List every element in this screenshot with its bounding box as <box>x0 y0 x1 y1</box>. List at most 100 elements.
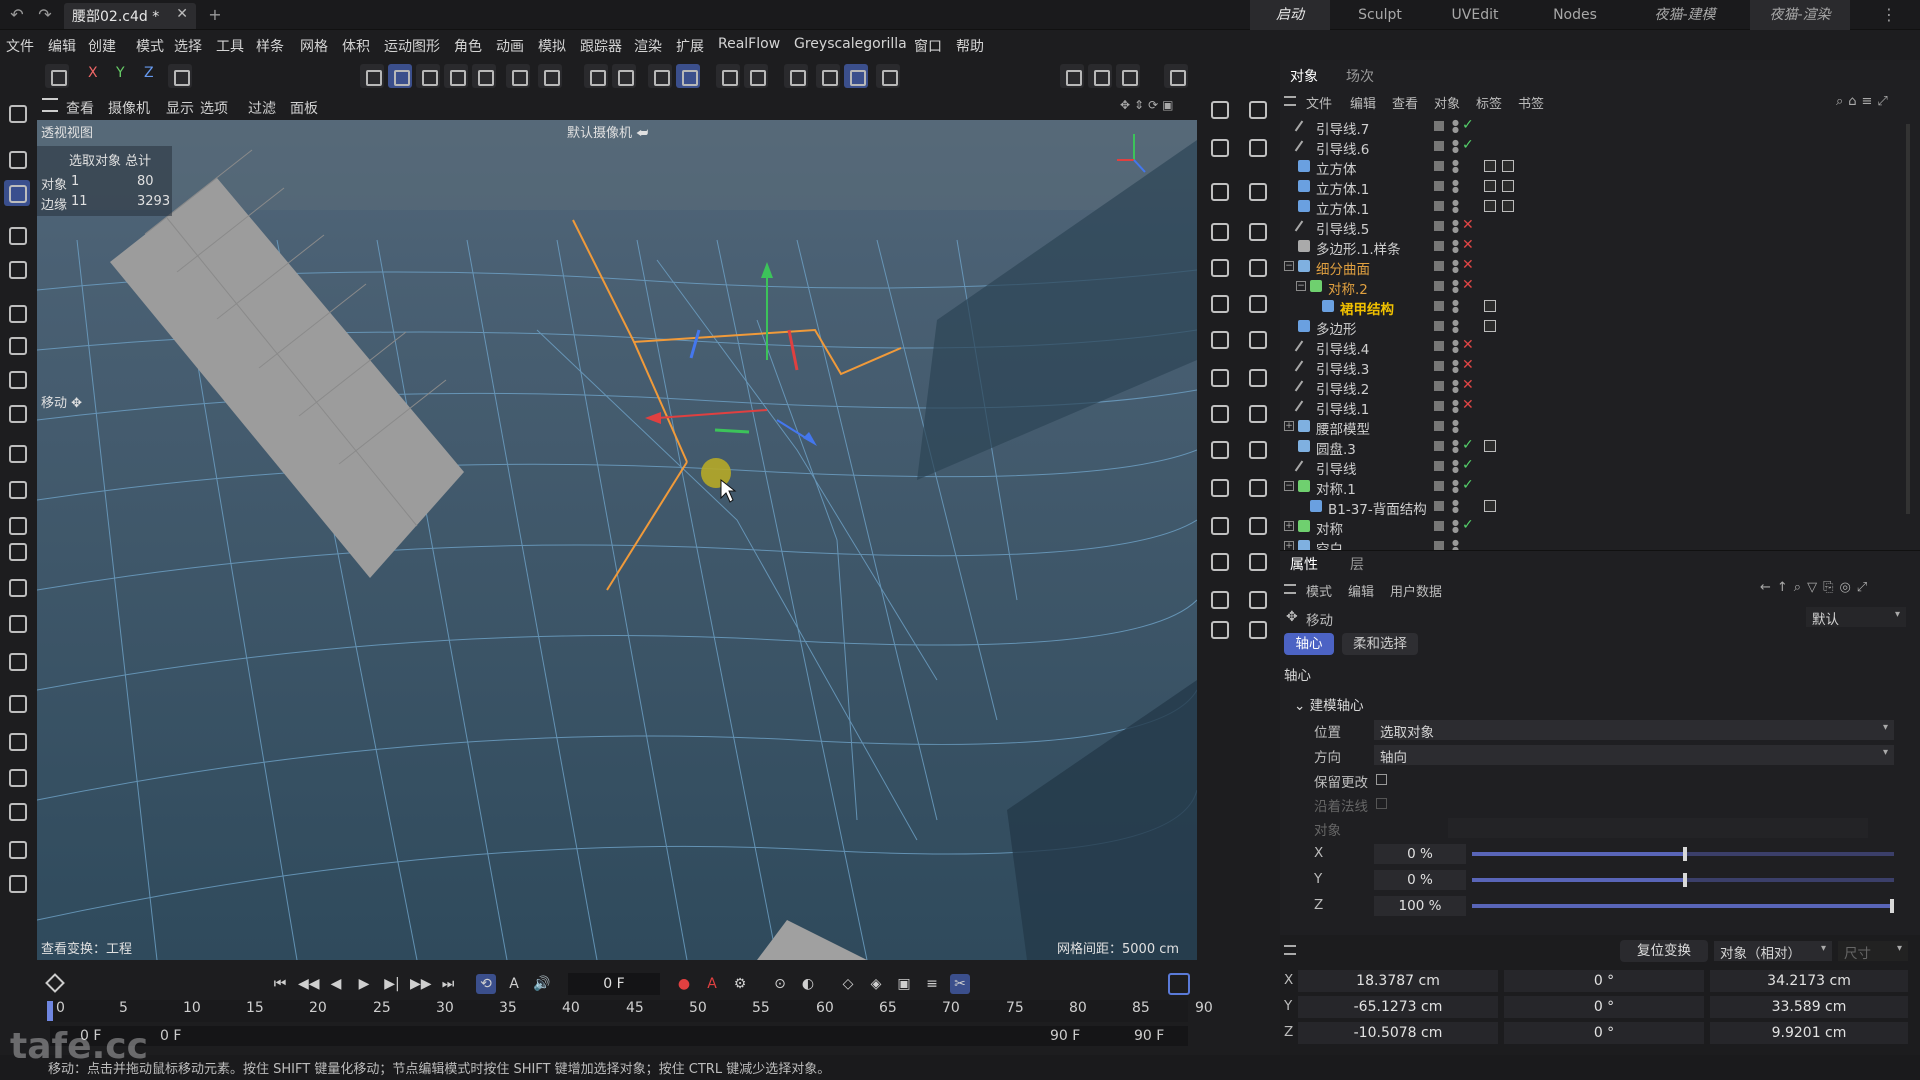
toolbar-button-icon-6[interactable] <box>538 64 562 88</box>
layout-tab-sculpt[interactable]: Sculpt <box>1340 0 1420 30</box>
visibility-dots-icon[interactable]: ● ● <box>1452 299 1459 314</box>
layer-color-swatch[interactable] <box>1434 501 1444 511</box>
left-tool-icon-18[interactable] <box>4 764 30 790</box>
visibility-dots-icon[interactable]: ● ● <box>1452 459 1459 474</box>
axis-slider-x[interactable] <box>1472 847 1894 861</box>
material-tag-icon[interactable] <box>1502 200 1514 212</box>
object-row[interactable]: 立方体 ● ● <box>1284 157 1904 178</box>
prev-key-icon[interactable]: ◀◀ <box>298 974 320 994</box>
viewport-nav-icons[interactable]: ✥⇕⟳▣ <box>1120 98 1178 112</box>
right-tool-icon-b4[interactable] <box>1244 254 1270 280</box>
left-tool-icon-21[interactable] <box>4 870 30 896</box>
right-tool-icon-a7[interactable] <box>1206 364 1232 390</box>
slider-knob[interactable] <box>1890 899 1894 913</box>
layer-color-swatch[interactable] <box>1434 221 1444 231</box>
viewport-menu-2[interactable]: 显示 <box>166 98 194 118</box>
disabled-x-icon[interactable]: ✕ <box>1462 337 1474 353</box>
layer-color-swatch[interactable] <box>1434 301 1444 311</box>
axis-z-toggle[interactable]: Z <box>144 65 154 81</box>
disabled-x-icon[interactable]: ✕ <box>1462 277 1474 293</box>
coords-menu-icon[interactable] <box>1284 945 1296 955</box>
right-tool-icon-b5[interactable] <box>1244 290 1270 316</box>
document-tab[interactable]: 腰部02.c4d * ✕ <box>64 3 196 29</box>
range-end[interactable]: 90 F <box>1134 1028 1164 1044</box>
loop-icon[interactable]: ⟲ <box>476 974 496 994</box>
disabled-x-icon[interactable]: ✕ <box>1462 237 1474 253</box>
object-menu-0[interactable]: 文件 <box>1306 93 1332 112</box>
layout-tab-uvedit[interactable]: UVEdit <box>1430 0 1520 30</box>
layer-color-swatch[interactable] <box>1434 461 1444 471</box>
menu-item-13[interactable]: 跟踪器 <box>580 36 622 56</box>
play-icon[interactable]: ▶ <box>354 974 374 994</box>
go-start-icon[interactable]: ⏮ <box>270 974 290 994</box>
layer-color-swatch[interactable] <box>1434 121 1444 131</box>
coord-position-x[interactable]: 18.3787 cm <box>1298 970 1498 992</box>
axis-slider-z[interactable] <box>1472 899 1894 913</box>
layer-color-swatch[interactable] <box>1434 321 1444 331</box>
left-tool-icon-4[interactable] <box>4 256 30 282</box>
right-tool-icon-b1[interactable] <box>1244 134 1270 160</box>
menu-item-12[interactable]: 模拟 <box>538 36 566 56</box>
right-tool-icon-b10[interactable] <box>1244 474 1270 500</box>
menu-item-15[interactable]: 扩展 <box>676 36 704 56</box>
chip-soft-selection[interactable]: 柔和选择 <box>1342 633 1418 655</box>
group-modeling-axis[interactable]: ⌄ 建模轴心 <box>1294 694 1364 714</box>
keyframe-pla-icon[interactable]: ✂ <box>950 974 970 994</box>
layout-tab-nodes[interactable]: Nodes <box>1530 0 1620 30</box>
reset-transform-button[interactable]: 复位变换 <box>1620 940 1708 962</box>
current-frame-field[interactable]: 0 F <box>568 973 660 995</box>
object-row[interactable]: 引导线 ● ● ✓ <box>1284 457 1904 478</box>
enabled-check-icon[interactable]: ✓ <box>1462 477 1474 493</box>
menu-item-5[interactable]: 工具 <box>216 36 244 56</box>
right-tool-icon-b8[interactable] <box>1244 400 1270 426</box>
toolbar-button-icon-11[interactable] <box>716 64 740 88</box>
enabled-check-icon[interactable]: ✓ <box>1462 517 1474 533</box>
visibility-dots-icon[interactable]: ● ● <box>1452 499 1459 514</box>
enabled-check-icon[interactable]: ✓ <box>1462 457 1474 473</box>
right-tool-icon-b12[interactable] <box>1244 548 1270 574</box>
slider-knob[interactable] <box>1683 873 1687 887</box>
left-tool-icon-11[interactable] <box>4 512 30 538</box>
material-tag-icon[interactable] <box>1502 160 1514 172</box>
layer-color-swatch[interactable] <box>1434 441 1444 451</box>
right-tool-icon-b11[interactable] <box>1244 512 1270 538</box>
toolbar-button-icon-14[interactable] <box>816 64 840 88</box>
phong-tag-icon[interactable] <box>1484 440 1496 452</box>
right-tool-icon-a1[interactable] <box>1206 134 1232 160</box>
viewport-menu-0[interactable]: 查看 <box>66 98 94 118</box>
object-row[interactable]: 引导线.3 ● ● ✕ <box>1284 357 1904 378</box>
object-menu-icon[interactable] <box>1284 96 1296 106</box>
menu-item-16[interactable]: RealFlow <box>718 36 780 52</box>
right-tool-icon-b0[interactable] <box>1244 96 1270 122</box>
phong-tag-icon[interactable] <box>1484 300 1496 312</box>
preset-dropdown[interactable]: 默认 ▾ <box>1806 607 1906 628</box>
layer-color-swatch[interactable] <box>1434 261 1444 271</box>
toolbar-button-icon-10[interactable] <box>676 64 700 88</box>
expand-icon[interactable]: + <box>1284 521 1294 531</box>
right-tool-icon-a0[interactable] <box>1206 96 1232 122</box>
layout-tab-startup[interactable]: 启动 <box>1250 0 1330 30</box>
object-row[interactable]: 立方体.1 ● ● <box>1284 177 1904 198</box>
object-link-field[interactable] <box>1448 818 1868 838</box>
right-tool-icon-a14[interactable] <box>1206 616 1232 642</box>
toolbar-button-icon-12[interactable] <box>744 64 768 88</box>
coord-rotation-y[interactable]: 0 ° <box>1504 996 1704 1018</box>
viewport-canvas[interactable] <box>37 120 1197 960</box>
keep-changes-checkbox[interactable] <box>1376 774 1387 785</box>
undo-icon[interactable]: ↶ <box>8 6 26 24</box>
tab-layers[interactable]: 层 <box>1350 554 1364 574</box>
viewport-menu-1[interactable]: 摄像机 <box>108 98 150 118</box>
next-frame-icon[interactable]: ▶| <box>382 974 402 994</box>
viewport-menu-3[interactable]: 选项 <box>200 98 228 118</box>
layer-color-swatch[interactable] <box>1434 421 1444 431</box>
range-bar[interactable] <box>50 1026 1188 1046</box>
toolbar-button-icon-16[interactable] <box>876 64 900 88</box>
attribute-nav-icons[interactable]: ←↑⌕▽⎘◎⤢ <box>1760 580 1873 595</box>
toolbar-button-icon-18[interactable] <box>1088 64 1112 88</box>
object-row[interactable]: 引导线.6 ● ● ✓ <box>1284 137 1904 158</box>
position-dropdown[interactable]: 选取对象 ▾ <box>1374 720 1894 741</box>
layer-color-swatch[interactable] <box>1434 481 1444 491</box>
axis-value-z[interactable]: 100 % <box>1374 896 1466 916</box>
coords-mode-dropdown[interactable]: 对象（相对） ▾ <box>1714 941 1832 962</box>
expand-icon[interactable]: + <box>1284 421 1294 431</box>
